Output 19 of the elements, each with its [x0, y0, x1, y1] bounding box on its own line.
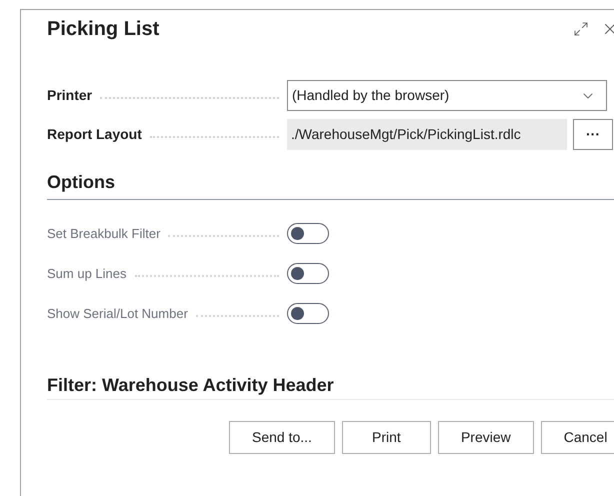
- field-label: Report Layout: [47, 125, 142, 144]
- option-label: Show Serial/Lot Number: [47, 305, 188, 324]
- field-label: Printer: [47, 86, 92, 106]
- section-heading: Filter: Warehouse Activity Header: [47, 374, 334, 395]
- expand-icon[interactable]: [573, 20, 589, 37]
- report-layout-field[interactable]: ./WarehouseMgt/Pick/PickingList.rdlc: [287, 119, 567, 150]
- option-label: Sum up Lines: [47, 265, 126, 284]
- dialog-button[interactable]: Cancel: [540, 420, 614, 454]
- option-label: Set Breakbulk Filter: [47, 225, 160, 244]
- toggle-switch[interactable]: [287, 223, 329, 244]
- lookup-button[interactable]: ···: [573, 119, 613, 150]
- dialog-title: Picking List: [47, 16, 160, 42]
- dialog-button[interactable]: Preview: [438, 420, 534, 454]
- toggle-switch[interactable]: [287, 303, 329, 324]
- dialog-button[interactable]: Send to...: [229, 420, 335, 454]
- section-heading: Options: [47, 172, 115, 192]
- toggle-switch[interactable]: [287, 263, 329, 284]
- printer-dropdown[interactable]: (Handled by the browser): [287, 80, 607, 112]
- dialog-button[interactable]: Print: [342, 420, 431, 454]
